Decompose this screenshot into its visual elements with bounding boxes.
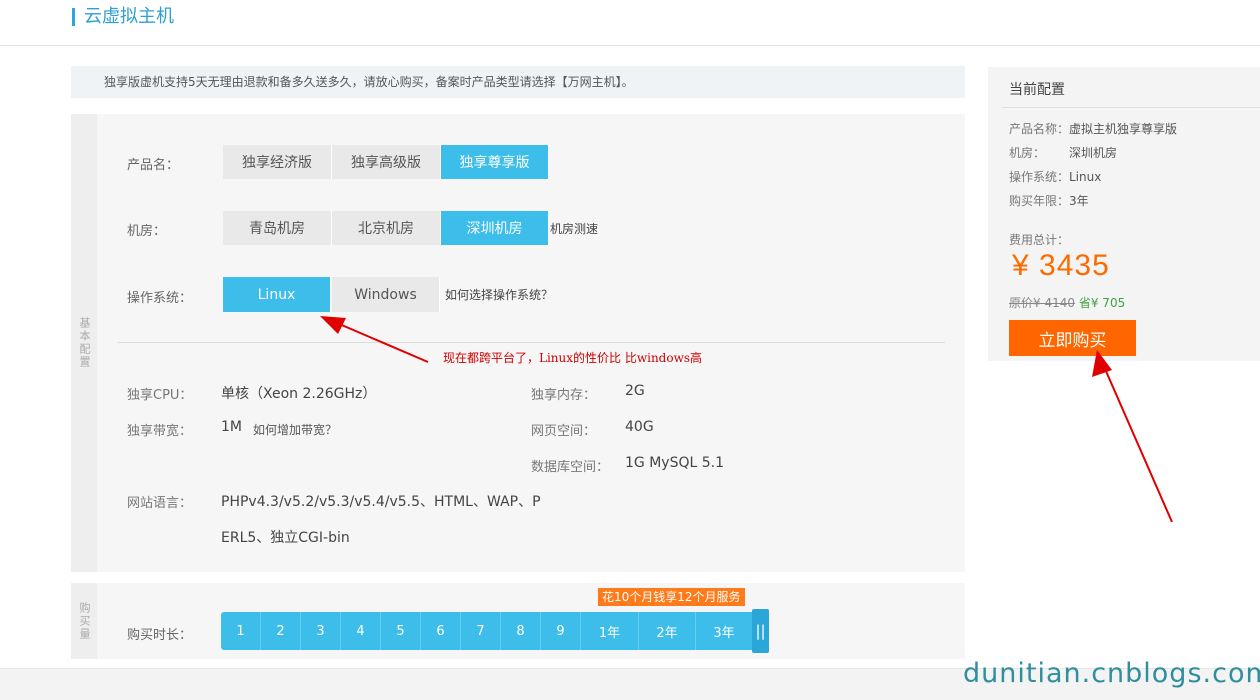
- purchase-side-label: 购买量: [71, 583, 97, 659]
- config-room-key: 机房：: [1009, 146, 1046, 160]
- product-option-advanced[interactable]: 独享高级版: [332, 145, 441, 179]
- cpu-value: 单核（Xeon 2.26GHz）: [221, 386, 377, 402]
- arrow-to-buy-button: [1092, 350, 1173, 523]
- config-product-value: 虚拟主机独享尊享版: [1069, 122, 1178, 136]
- current-config-panel: 当前配置 产品名称：虚拟主机独享尊享版 机房： 深圳机房 操作系统：Linux 购…: [988, 67, 1260, 361]
- config-os-value: Linux: [1069, 170, 1102, 184]
- duration-option-2y[interactable]: 2年: [639, 612, 696, 650]
- config-divider: [1002, 107, 1260, 108]
- product-label: 产品名：: [127, 158, 180, 173]
- duration-label: 购买时长：: [127, 628, 193, 643]
- product-option-premium[interactable]: 独享尊享版: [441, 145, 549, 179]
- duration-slider-track[interactable]: 1 2 3 4 5 6 7 8 9 1年 2年 3年: [221, 612, 769, 650]
- duration-option-4[interactable]: 4: [341, 612, 381, 650]
- config-years-value: 3年: [1069, 194, 1089, 208]
- duration-option-8[interactable]: 8: [501, 612, 541, 650]
- slider-handle[interactable]: ||: [752, 609, 769, 653]
- cpu-label: 独享CPU：: [127, 388, 193, 403]
- room-label: 机房：: [127, 224, 167, 239]
- page-title: 云虚拟主机: [84, 6, 174, 27]
- basic-config-panel: 基本配置 产品名： 独享经济版 独享高级版 独享尊享版 机房： 青岛机房 北京机…: [71, 114, 965, 572]
- bandwidth-value: 1M: [221, 419, 242, 435]
- web-space-value: 40G: [625, 419, 654, 435]
- config-os-key: 操作系统：: [1009, 170, 1070, 184]
- save-amount: ¥ 705: [1090, 296, 1126, 310]
- os-help-link[interactable]: 如何选择操作系统？: [445, 286, 553, 303]
- bandwidth-label: 独享带宽：: [127, 424, 193, 439]
- config-years-key: 购买年限：: [1009, 194, 1070, 208]
- duration-option-7[interactable]: 7: [461, 612, 501, 650]
- config-room-value: 深圳机房: [1069, 146, 1118, 160]
- total-label: 费用总计：: [1009, 233, 1070, 247]
- languages-label: 网站语言：: [127, 496, 193, 511]
- duration-option-1y[interactable]: 1年: [581, 612, 639, 650]
- duration-option-1[interactable]: 1: [221, 612, 261, 650]
- os-option-windows[interactable]: Windows: [332, 277, 440, 312]
- product-option-economy[interactable]: 独享经济版: [223, 145, 332, 179]
- section-divider: [118, 342, 945, 343]
- purchase-panel: 购买量 购买时长： 花10个月钱享12个月服务 1 2 3 4 5 6 7 8 …: [71, 583, 965, 659]
- db-space-label: 数据库空间：: [531, 460, 610, 475]
- duration-option-3y[interactable]: 3年: [696, 612, 752, 650]
- web-space-label: 网页空间：: [531, 424, 597, 439]
- page-header: 云虚拟主机: [0, 0, 1260, 46]
- config-title: 当前配置: [1009, 82, 1065, 98]
- memory-label: 独享内存：: [531, 388, 597, 403]
- languages-value-line2: ERL5、独立CGI-bin: [221, 530, 350, 546]
- page-root: 云虚拟主机 独享版虚机支持5天无理由退款和备多久送多久，请放心购买，备案时产品类…: [0, 0, 1260, 700]
- original-price: ¥ 4140: [1033, 296, 1076, 310]
- os-option-linux[interactable]: Linux: [223, 277, 331, 312]
- original-price-prefix: 原价: [1009, 296, 1034, 310]
- annotation-note: 现在都跨平台了，Linux的性价比 比windows高: [443, 351, 703, 365]
- memory-value: 2G: [625, 383, 645, 399]
- config-years-row: 购买年限：3年: [1009, 192, 1089, 209]
- languages-value-line1: PHPv4.3/v5.2/v5.3/v5.4/v5.5、HTML、WAP、P: [221, 494, 541, 510]
- increase-bandwidth-link[interactable]: 如何增加带宽？: [253, 421, 337, 438]
- room-option-beijing[interactable]: 北京机房: [332, 211, 441, 245]
- duration-option-6[interactable]: 6: [421, 612, 461, 650]
- db-space-value: 1G MySQL 5.1: [625, 455, 724, 471]
- promo-badge: 花10个月钱享12个月服务: [598, 588, 745, 606]
- duration-option-2[interactable]: 2: [261, 612, 301, 650]
- save-prefix: 省: [1078, 296, 1091, 310]
- title-accent-bar: [72, 8, 75, 26]
- config-os-row: 操作系统：Linux: [1009, 168, 1101, 185]
- duration-option-5[interactable]: 5: [381, 612, 421, 650]
- basic-config-side-label: 基本配置: [71, 114, 97, 572]
- room-option-qingdao[interactable]: 青岛机房: [223, 211, 332, 245]
- buy-now-button[interactable]: 立即购买: [1009, 320, 1136, 356]
- room-speed-test-link[interactable]: 机房测速: [550, 220, 598, 237]
- duration-option-9[interactable]: 9: [541, 612, 581, 650]
- duration-option-3[interactable]: 3: [301, 612, 341, 650]
- watermark: dunitian.cnblogs.com: [963, 658, 1260, 689]
- room-option-shenzhen[interactable]: 深圳机房: [441, 211, 549, 245]
- config-room-row: 机房： 深圳机房: [1009, 144, 1117, 161]
- original-price-row: 原价¥ 4140 省¥ 705: [1009, 294, 1125, 311]
- refund-notice: 独享版虚机支持5天无理由退款和备多久送多久，请放心购买，备案时产品类型请选择【万…: [71, 66, 965, 98]
- total-price: ¥ 3435: [1012, 249, 1110, 282]
- config-product-row: 产品名称：虚拟主机独享尊享版: [1009, 120, 1177, 137]
- config-product-key: 产品名称：: [1009, 122, 1070, 136]
- os-label: 操作系统：: [127, 291, 193, 306]
